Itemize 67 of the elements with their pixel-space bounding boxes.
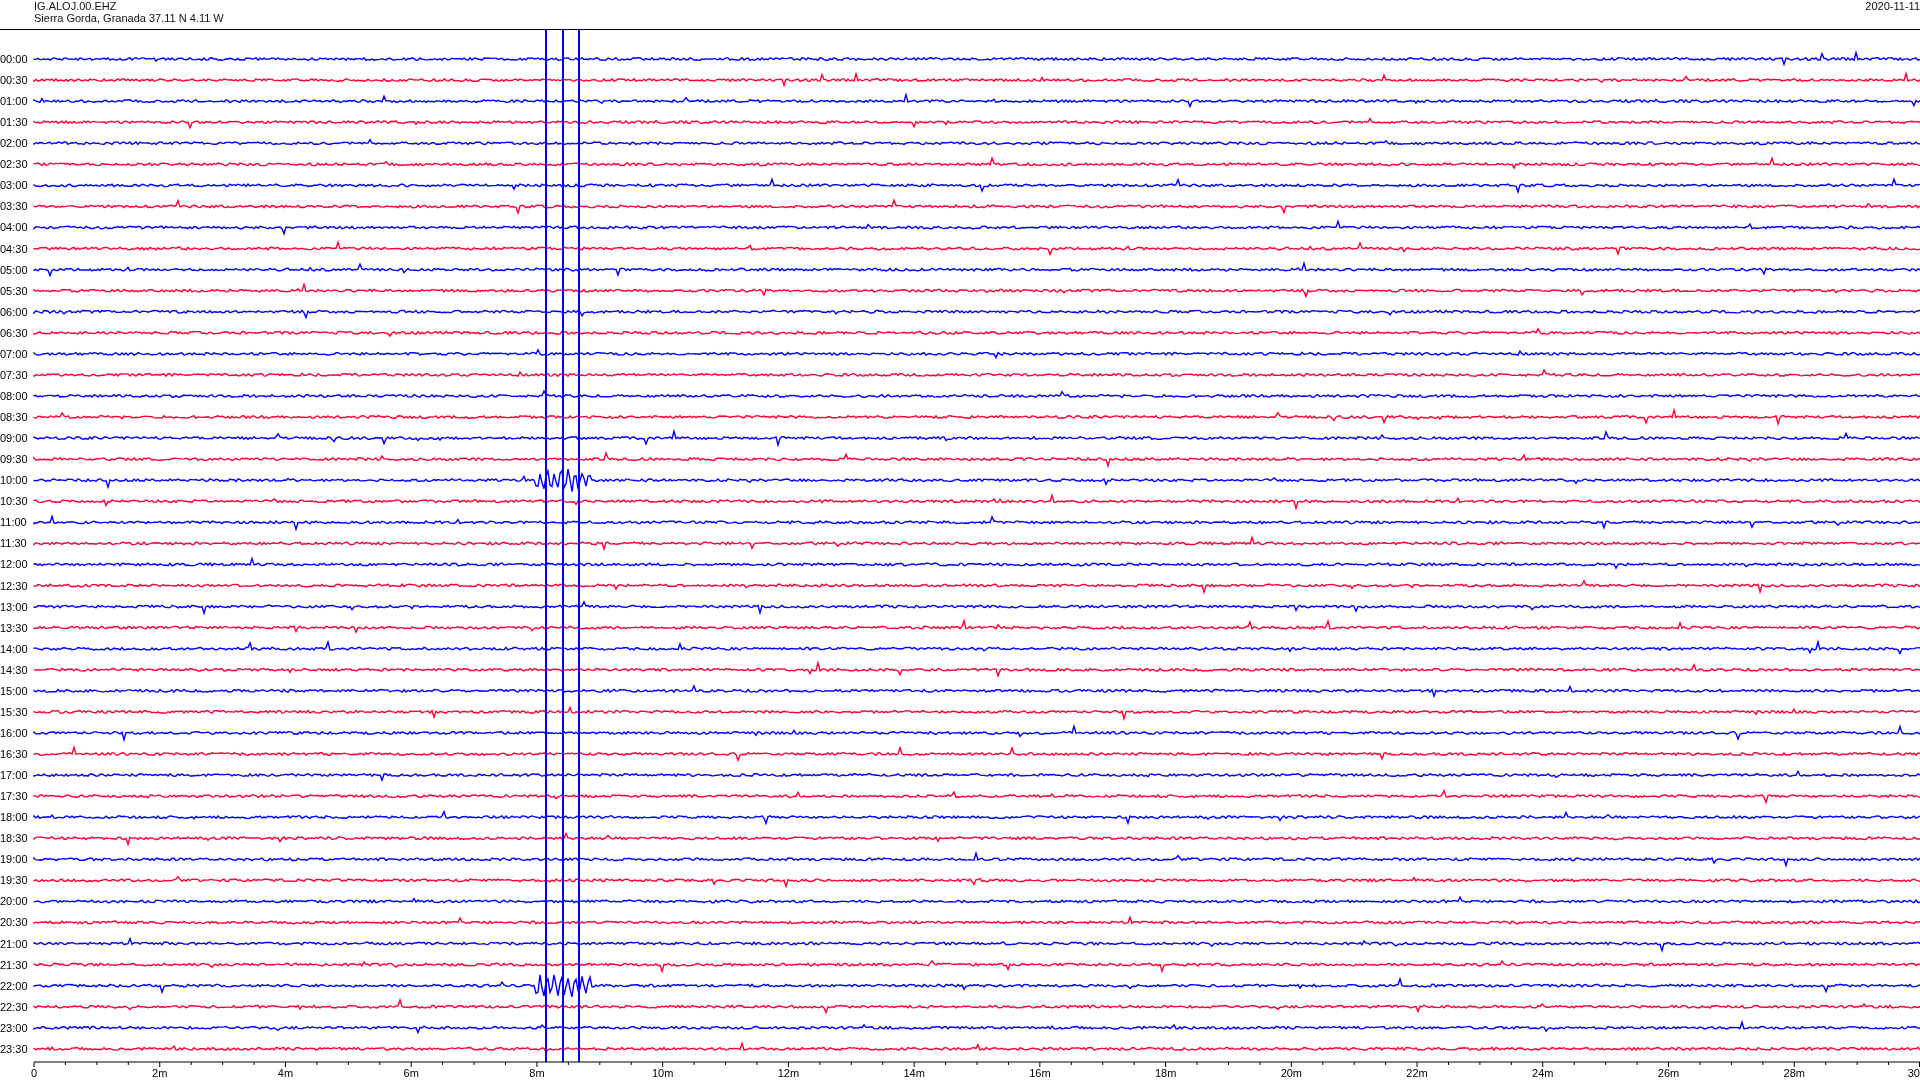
time-label: 03:30 [0,200,28,213]
time-label: 10:30 [0,495,28,508]
axis-tick-label: 28m [1783,1067,1805,1079]
time-label: 06:00 [0,305,28,318]
time-label: 14:00 [0,642,28,655]
time-label: 11:00 [0,516,27,529]
time-label: 22:30 [0,1000,28,1013]
time-label: 23:30 [0,1042,28,1055]
time-label: 12:30 [0,579,28,592]
time-label: 08:30 [0,411,28,423]
axis-tick-label: 30 [1907,1067,1920,1079]
time-label: 21:00 [0,937,28,950]
time-label: 01:30 [0,116,28,129]
axis-tick-label: 20m [1280,1067,1303,1079]
time-label: 23:00 [0,1021,28,1034]
axis-tick-label: 8m [529,1067,545,1079]
time-label: 12:00 [0,558,28,571]
axis-tick-label: 14m [903,1067,925,1079]
time-label: 15:30 [0,705,28,718]
axis-tick-label: 12m [777,1067,800,1079]
axis-tick-label: 24m [1532,1067,1554,1079]
time-label: 05:30 [0,284,28,297]
time-label: 06:30 [0,326,28,339]
axis-tick-label: 10m [651,1067,674,1079]
time-label: 13:30 [0,621,28,634]
station-code: IG.ALOJ.00.EHZ [34,0,118,12]
time-label: 02:00 [0,137,28,150]
time-label: 11:30 [0,537,27,550]
time-label: 22:00 [0,979,28,992]
time-label: 04:00 [0,221,28,234]
time-label: 21:30 [0,958,28,971]
time-label: 10:00 [0,474,28,487]
time-label: 08:00 [0,389,28,402]
time-label: 00:00 [0,53,28,65]
axis-tick-label: 16m [1029,1067,1051,1079]
axis-tick-label: 22m [1406,1067,1428,1079]
time-label: 09:00 [0,432,28,445]
time-label: 00:30 [0,74,28,87]
time-label: 15:00 [0,684,28,697]
time-label: 20:30 [0,916,28,929]
time-label: 17:00 [0,769,28,782]
time-label: 19:30 [0,874,28,887]
time-label: 09:30 [0,453,28,466]
time-label: 05:00 [0,263,28,276]
time-label: 18:30 [0,832,28,845]
time-label: 02:30 [0,158,28,171]
time-label: 01:00 [0,95,28,108]
time-label: 13:00 [0,600,28,613]
axis-tick-label: 0 [31,1067,38,1079]
time-label: 07:30 [0,368,28,381]
axis-tick-label: 6m [403,1067,419,1079]
time-label: 16:00 [0,726,28,739]
time-label: 04:30 [0,242,28,255]
time-label: 07:00 [0,347,28,360]
station-location: Sierra Gorda, Granada 37.11 N 4.11 W [34,12,224,24]
time-label: 17:30 [0,790,28,803]
time-label: 18:00 [0,811,28,824]
axis-tick-label: 4m [277,1067,294,1079]
axis-tick-label: 18m [1154,1067,1177,1079]
axis-tick-label: 2m [152,1067,168,1079]
date-label: 2020-11-11 [1865,0,1920,12]
time-label: 03:00 [0,179,28,192]
time-label: 19:00 [0,853,28,866]
time-label: 20:00 [0,895,28,908]
axis-tick-label: 26m [1657,1067,1680,1079]
time-label: 14:30 [0,663,28,676]
time-label: 16:30 [0,748,28,760]
